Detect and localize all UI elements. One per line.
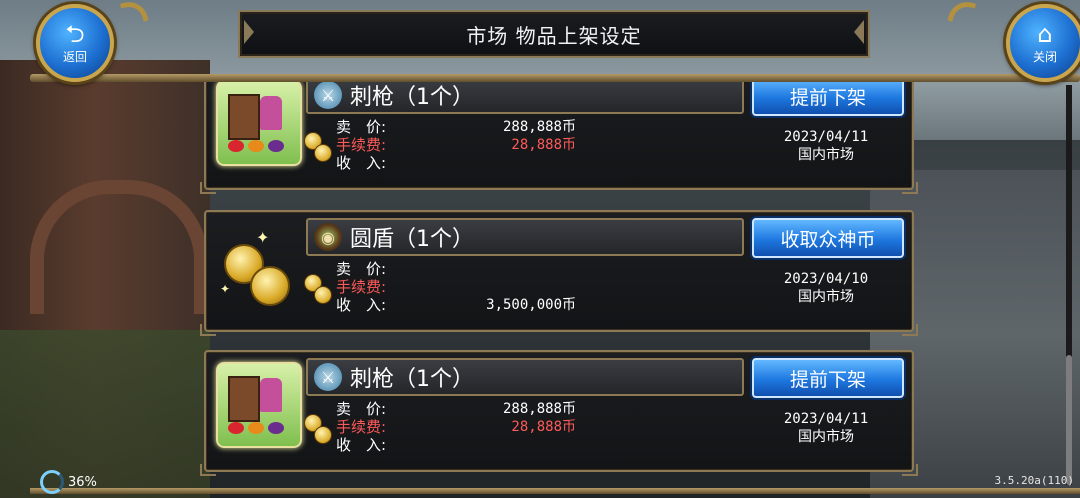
scrollbar-thumb[interactable] (1066, 355, 1072, 485)
close-button[interactable]: ⌂ 关闭 (1006, 4, 1080, 82)
battery-ring-icon (40, 470, 64, 494)
listing-meta: 2023/04/10 国内市场 (756, 270, 896, 306)
income-label: 收 入: (336, 154, 387, 172)
item-name: 刺枪（1个） (350, 367, 474, 392)
grass-background (0, 330, 210, 498)
price-label: 卖 价: (336, 260, 387, 278)
list-scrollbar[interactable] (1066, 85, 1072, 485)
top-frame-border (30, 74, 1080, 82)
coins-icon (302, 412, 334, 444)
spear-icon: ⚔ (314, 82, 342, 109)
battery-percent: 36% (68, 474, 97, 490)
spear-icon: ⚔ (314, 363, 342, 391)
listing-date: 2023/04/10 (783, 271, 869, 287)
shop-stall-icon (216, 82, 302, 166)
fee-label: 手续费: (336, 136, 387, 154)
close-button-label: 关闭 (1032, 49, 1057, 64)
market-name: 国内市场 (798, 429, 854, 445)
bottom-frame-border (30, 488, 1080, 494)
item-name-bar: ◉ 圆盾（1个） (306, 218, 744, 256)
market-name: 国内市场 (798, 289, 854, 305)
home-icon: ⌂ (1037, 19, 1053, 48)
market-name: 国内市场 (798, 147, 854, 163)
price-details: 卖 价: 288,888币 手续费: 28,888币 收 入: (336, 400, 576, 454)
listing-date: 2023/04/11 (783, 411, 869, 427)
item-name: 刺枪（1个） (350, 85, 474, 110)
coins-icon (302, 272, 334, 304)
page-title: 市场 物品上架设定 (466, 23, 642, 48)
back-button[interactable]: ⮌ 返回 (36, 4, 114, 82)
fee-value: 28,888币 (511, 419, 576, 435)
listing-meta: 2023/04/11 国内市场 (756, 410, 896, 446)
round-shield-icon: ◉ (314, 223, 342, 251)
item-name-bar: ⚔ 刺枪（1个） (306, 358, 744, 396)
price-label: 卖 价: (336, 118, 387, 136)
version-label: 3.5.20a(110) (994, 474, 1074, 487)
item-name: 圆盾（1个） (350, 227, 474, 252)
delist-early-button[interactable]: 提前下架 (752, 82, 904, 116)
income-label: 收 入: (336, 296, 387, 314)
price-details: 卖 价: 手续费: 收 入: 3,500,000币 (336, 260, 576, 314)
back-button-label: 返回 (62, 49, 87, 64)
coins-icon (302, 130, 334, 162)
battery-indicator: 36% (40, 470, 97, 494)
price-value: 288,888币 (502, 119, 576, 135)
price-label: 卖 价: (336, 400, 387, 418)
listing-date: 2023/04/11 (783, 129, 869, 145)
listing-meta: 2023/04/11 国内市场 (756, 128, 896, 164)
listing-list[interactable]: ⚔ 刺枪（1个） 提前下架 卖 价: 288,888币 手续费: 28,888币 收… (198, 82, 918, 486)
fee-value: 28,888币 (511, 137, 576, 153)
income-label: 收 入: (336, 436, 387, 454)
fee-label: 手续费: (336, 278, 387, 296)
listing-card: ⚔ 刺枪（1个） 提前下架 卖 价: 288,888币 手续费: 28,888币 收… (200, 82, 918, 194)
listing-card: ⚔ 刺枪（1个） 提前下架 卖 价: 288,888币 手续费: 28,888币 收… (200, 350, 918, 476)
price-details: 卖 价: 288,888币 手续费: 28,888币 收 入: (336, 118, 576, 172)
price-value: 288,888币 (502, 401, 576, 417)
income-value: 3,500,000币 (486, 297, 576, 313)
return-arrow-icon: ⮌ (65, 19, 85, 48)
listing-card: ✦ ✦ ◉ 圆盾（1个） 收取众神币 卖 价: 手续费: 收 入: 3,500,0… (200, 210, 918, 336)
title-bar: 市场 物品上架设定 (238, 10, 870, 58)
shop-stall-icon (216, 362, 302, 448)
gold-coins-icon: ✦ ✦ (216, 222, 298, 306)
fee-label: 手续费: (336, 418, 387, 436)
collect-coins-button[interactable]: 收取众神币 (752, 218, 904, 258)
item-name-bar: ⚔ 刺枪（1个） (306, 82, 744, 114)
delist-early-button[interactable]: 提前下架 (752, 358, 904, 398)
stone-arch-background (30, 180, 208, 314)
